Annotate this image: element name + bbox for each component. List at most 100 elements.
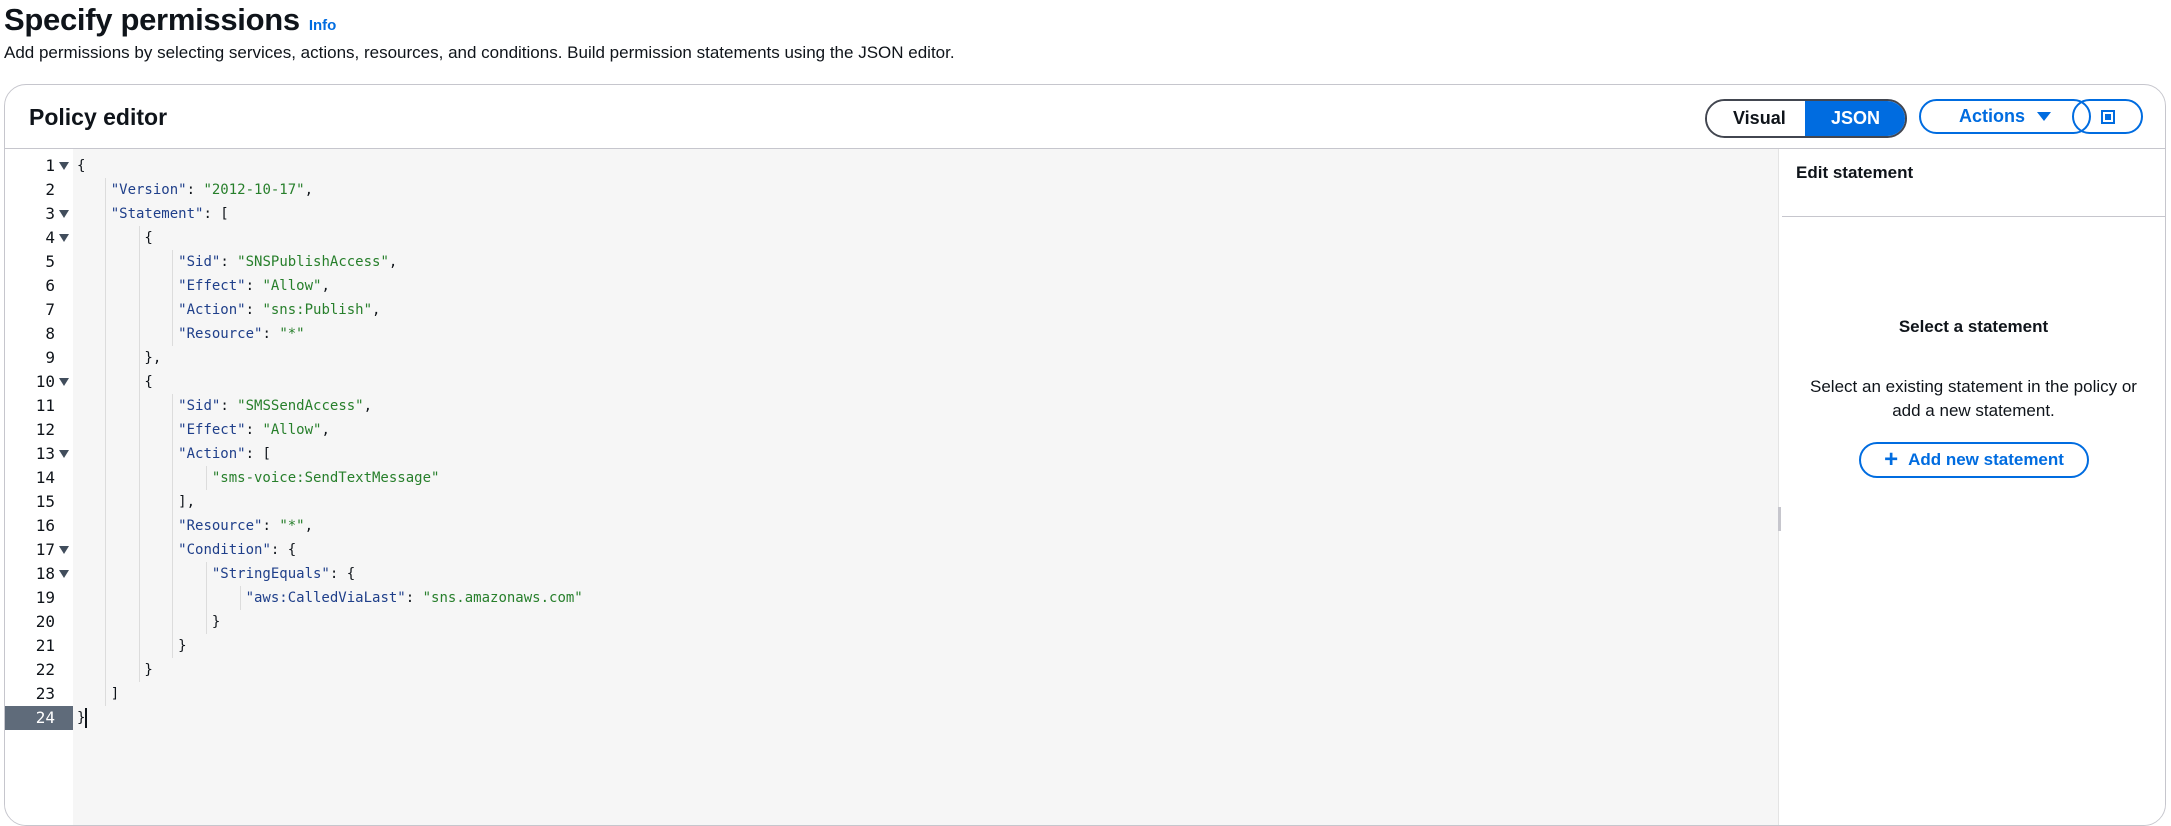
line-number: 4 (5, 226, 73, 250)
fold-toggle-icon[interactable] (59, 546, 69, 554)
code-line: } (77, 710, 86, 726)
indent-guide (105, 274, 106, 298)
line-number-text: 17 (35, 540, 55, 559)
code-line: "Resource": "*", (178, 518, 314, 534)
line-number-text: 20 (35, 612, 55, 631)
code-line: "Condition": { (178, 542, 297, 558)
line-number-text: 22 (35, 660, 55, 679)
line-number: 10 (5, 370, 73, 394)
indent-guide (138, 394, 140, 418)
code-line: "Sid": "SNSPublishAccess", (178, 254, 398, 270)
visual-mode-button[interactable]: Visual (1707, 101, 1805, 136)
add-new-statement-label: Add new statement (1908, 450, 2064, 469)
json-string: "Allow" (262, 422, 322, 438)
indent-guide (105, 442, 106, 466)
indent-guide (172, 418, 174, 442)
code-line: } (77, 662, 153, 678)
plus-icon: + (1884, 446, 1899, 473)
indent-guide (138, 466, 140, 490)
line-number-text: 2 (45, 180, 55, 199)
line-number-text: 11 (35, 396, 55, 415)
indent-guide (138, 490, 140, 514)
indent-guide (138, 322, 140, 346)
code-line: "sms-voice:SendTextMessage" (77, 466, 440, 490)
json-mode-button[interactable]: JSON (1805, 101, 1905, 136)
page-header: Specify permissions Info Add permissions… (4, 0, 955, 63)
empty-state-description: Select an existing statement in the poli… (1810, 377, 2137, 420)
code-line: "StringEquals": { (211, 566, 356, 582)
line-number-gutter: 1 2 3 4 5 6 7 8 9 10 11 12 13 14 15 16 17 18 19 20 21 22 23 24 (5, 149, 73, 825)
line-number-text: 19 (35, 588, 55, 607)
indent-guide (172, 538, 174, 562)
info-link[interactable]: Info (309, 17, 337, 34)
fold-toggle-icon[interactable] (59, 162, 69, 170)
indent-guide (105, 322, 106, 346)
indent-guide (105, 178, 106, 202)
indent-guide (138, 610, 140, 634)
json-string: "*" (279, 326, 305, 342)
actions-dropdown-button[interactable]: Actions (1919, 99, 2091, 134)
indent-guide (105, 562, 106, 586)
line-number: 20 (5, 610, 73, 634)
indent-guide (105, 298, 106, 322)
indent-guide (138, 274, 140, 298)
line-number-text: 10 (35, 372, 55, 391)
line-number-text: 12 (35, 420, 55, 439)
indent-guide (172, 322, 174, 346)
fold-toggle-icon[interactable] (59, 210, 69, 218)
line-number: 24 (5, 706, 73, 730)
split-panel-button[interactable] (2072, 99, 2143, 134)
panel-resize-handle[interactable] (1778, 507, 1781, 531)
indent-guide (172, 610, 174, 634)
line-number: 21 (5, 634, 73, 658)
policy-editor-card: Policy editor Visual JSON Actions 123456… (4, 84, 2166, 826)
code-line: } (77, 638, 187, 654)
code-line: "aws:CalledViaLast": "sns.amazonaws.com" (245, 590, 583, 606)
line-number-text: 7 (45, 300, 55, 319)
line-number: 15 (5, 490, 73, 514)
json-key: "Effect" (178, 278, 246, 294)
json-string: "*" (279, 518, 305, 534)
add-new-statement-button[interactable]: + Add new statement (1859, 442, 2089, 478)
indent-guide (172, 442, 174, 466)
editor-mode-toggle: Visual JSON (1705, 99, 1907, 138)
json-key: "Resource" (178, 518, 263, 534)
line-number-text: 5 (45, 252, 55, 271)
line-number: 13 (5, 442, 73, 466)
indent-guide (138, 298, 140, 322)
code-line: "Version": "2012-10-17", (110, 182, 314, 198)
json-string: "SNSPublishAccess" (237, 254, 389, 270)
code-line: }, (77, 350, 162, 366)
json-key: "Resource" (178, 326, 263, 342)
edit-statement-title: Edit statement (1796, 163, 1914, 182)
line-number-text: 9 (45, 348, 55, 367)
indent-guide (105, 394, 106, 418)
fold-toggle-icon[interactable] (59, 378, 69, 386)
indent-guide (105, 514, 106, 538)
code-line: "Effect": "Allow", (178, 278, 330, 294)
line-number: 18 (5, 562, 73, 586)
code-line: ] (77, 686, 120, 702)
indent-guide (105, 538, 106, 562)
line-number-text: 6 (45, 276, 55, 295)
line-number: 2 (5, 178, 73, 202)
json-code-area[interactable]: { "Version": "2012-10-17", "Statement": … (73, 149, 1779, 825)
code-line: "Statement": [ (110, 206, 229, 222)
indent-guide (172, 298, 174, 322)
json-key: "Action" (178, 302, 246, 318)
indent-guide (105, 466, 106, 490)
page-description: Add permissions by selecting services, a… (4, 43, 955, 62)
code-line: "Action": [ (178, 446, 271, 462)
indent-guide (172, 250, 174, 274)
indent-guide (138, 514, 140, 538)
fold-toggle-icon[interactable] (59, 450, 69, 458)
indent-guide (105, 250, 106, 274)
fold-toggle-icon[interactable] (59, 234, 69, 242)
fold-toggle-icon[interactable] (59, 570, 69, 578)
json-string: "sms-voice:SendTextMessage" (211, 470, 440, 486)
json-key: "StringEquals" (211, 566, 330, 582)
empty-state-title: Select a statement (1898, 317, 2049, 336)
indent-guide (105, 226, 106, 250)
code-line: "Action": "sns:Publish", (178, 302, 381, 318)
indent-guide (105, 658, 106, 682)
